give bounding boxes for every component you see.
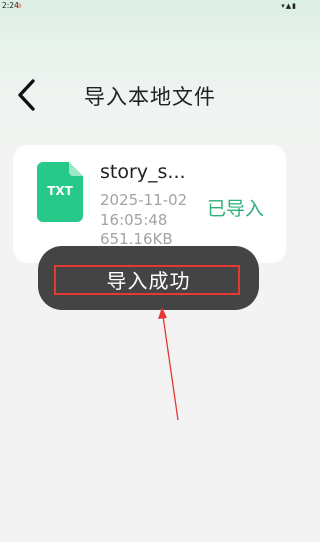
file-date: 2025-11-02 (100, 191, 188, 209)
mute-icon: ⊘ (16, 2, 22, 10)
file-name: story_s... (100, 161, 186, 183)
annotation-highlight-box (54, 265, 240, 295)
status-bar: 2:24 ⊘ ▾▲▮ (0, 0, 300, 12)
import-status-label: 已导入 (207, 198, 265, 220)
signal-battery-icon: ▾▲▮ (281, 2, 297, 10)
page-title: 导入本地文件 (84, 85, 216, 109)
file-time: 16:05:48 (100, 211, 168, 229)
file-type-label: TXT (47, 184, 73, 198)
